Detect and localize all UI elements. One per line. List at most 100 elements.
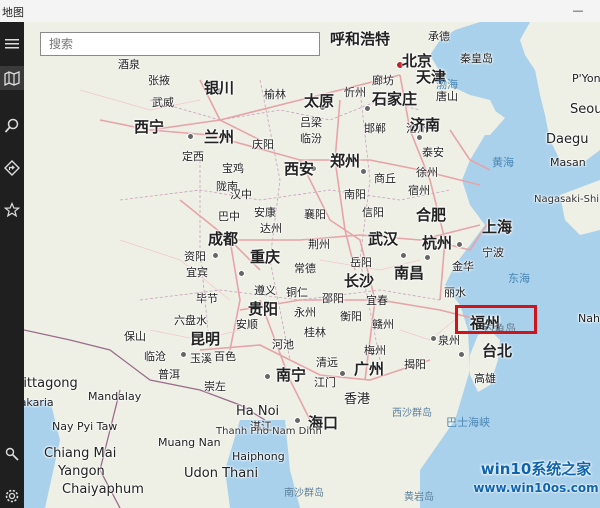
city-label: 铜仁 <box>286 286 308 299</box>
city-label: 信阳 <box>362 206 384 219</box>
city-label: 安康 <box>254 206 276 219</box>
city-label: 清远 <box>316 356 338 369</box>
city-label: 江门 <box>314 376 336 389</box>
search-input[interactable] <box>40 32 320 56</box>
city-label: 商丘 <box>374 172 396 185</box>
minimize-button[interactable]: — <box>558 0 598 22</box>
city-label: 吕梁 <box>300 116 322 129</box>
foreign-city-label: Udon Thani <box>184 466 259 481</box>
city-label: 承德 <box>428 30 450 43</box>
city-label: 六盘水 <box>174 314 207 327</box>
city-label: 高雄 <box>474 372 496 385</box>
city-label: 忻州 <box>344 86 366 99</box>
city-label: 榆林 <box>264 88 286 101</box>
city-label: 泉州 <box>438 334 460 347</box>
sea-label: 黄海 <box>492 156 514 169</box>
sea-label: 黄岩岛 <box>404 492 434 503</box>
city-label: 上海 <box>482 218 513 236</box>
map-icon <box>4 71 20 86</box>
foreign-city-label: Yangon <box>58 464 105 479</box>
favorites-button[interactable] <box>0 198 24 222</box>
city-label: 金华 <box>452 260 474 273</box>
city-label: 邵阳 <box>322 292 344 305</box>
sea-label: 渤海 <box>436 78 458 91</box>
directions-button[interactable] <box>0 156 24 180</box>
city-label: 成都 <box>208 230 239 248</box>
sea-label: 东海 <box>508 272 530 285</box>
city-label: 桂林 <box>304 326 326 339</box>
foreign-city-label: Seoul <box>570 102 600 117</box>
settings-gear-icon <box>5 489 19 503</box>
city-label: 合肥 <box>416 206 447 224</box>
city-label: 巴中 <box>218 210 240 223</box>
city-label: 呼和浩特 <box>330 30 391 48</box>
city-label: 杭州 <box>422 234 453 252</box>
map-controls-button[interactable] <box>0 442 24 466</box>
settings-button[interactable] <box>0 484 24 508</box>
city-label: 宜春 <box>366 294 388 307</box>
sea-label: 西沙群岛 <box>392 408 432 419</box>
search-icon <box>4 118 19 133</box>
favorites-star-icon <box>4 202 20 218</box>
watermark-url: www.win10os.com <box>473 481 599 495</box>
city-label: 武威 <box>152 96 174 109</box>
map-canvas[interactable]: 呼和浩特 承德 酒泉 北京 天津 秦皇岛 张掖 银川 榆林 廊坊 唐山 武威 太… <box>24 22 600 508</box>
foreign-city-label: Thakaria <box>24 396 54 409</box>
foreign-city-label: Masan <box>550 156 586 169</box>
city-marker <box>456 241 463 248</box>
city-label: 广州 <box>354 360 385 378</box>
city-label: 常德 <box>294 262 316 275</box>
city-label: 赣州 <box>372 318 394 331</box>
foreign-city-label: P'Yongyang <box>572 72 600 85</box>
city-label: 香港 <box>344 392 371 407</box>
city-marker <box>360 168 367 175</box>
city-label: 定西 <box>182 150 204 163</box>
city-marker <box>180 351 187 358</box>
city-label: 保山 <box>124 330 146 343</box>
city-label: 揭阳 <box>404 358 426 371</box>
city-label: 济南 <box>410 116 441 134</box>
map-view-button[interactable] <box>0 66 24 90</box>
city-label: 宜宾 <box>186 266 208 279</box>
city-label: 安顺 <box>236 318 258 331</box>
city-label: 酒泉 <box>118 58 140 71</box>
city-label: 兰州 <box>204 128 235 146</box>
city-label: 普洱 <box>158 368 180 381</box>
city-label: 庆阳 <box>252 138 274 151</box>
city-label: 西安 <box>284 160 315 178</box>
city-label: 昆明 <box>190 330 221 348</box>
search-button[interactable] <box>0 114 24 138</box>
city-label: 崇左 <box>204 380 226 393</box>
city-label: 邯郸 <box>364 122 386 135</box>
foreign-city-label: Chaiyaphum <box>62 482 144 497</box>
city-label: 岳阳 <box>350 256 372 269</box>
city-label: 重庆 <box>250 248 281 266</box>
city-label: 台北 <box>482 342 513 360</box>
city-label: 临沧 <box>144 350 166 363</box>
foreign-city-label: Muang Nan <box>158 436 221 449</box>
city-marker <box>364 105 371 112</box>
city-marker <box>187 133 194 140</box>
highlight-box <box>455 305 537 334</box>
watermark-logo: win10系统之家 www.win10os.com <box>472 458 600 500</box>
hamburger-menu-button[interactable] <box>0 32 24 56</box>
sea-label: 巴士海峡 <box>446 416 490 429</box>
city-label: 毕节 <box>196 292 218 305</box>
city-marker <box>339 370 346 377</box>
city-label: 银川 <box>204 79 235 97</box>
map-controls-icon <box>5 447 19 461</box>
city-label: 南宁 <box>276 366 307 384</box>
city-label: 玉溪 <box>190 352 212 365</box>
title-bar: 地图 — <box>0 0 600 22</box>
city-label: 丽水 <box>444 286 466 299</box>
city-label: 武汉 <box>368 230 399 248</box>
nav-sidebar <box>0 22 24 508</box>
city-label: 达州 <box>260 222 282 235</box>
city-label: 张掖 <box>148 74 170 87</box>
foreign-city-label: Nagasaki-Shi <box>534 194 600 205</box>
city-label: 梅州 <box>364 344 386 357</box>
foreign-city-label: Haiphong <box>232 450 285 463</box>
city-label: 徐州 <box>416 166 438 179</box>
city-marker <box>400 252 407 259</box>
foreign-city-label: Chiang Mai <box>44 446 117 461</box>
